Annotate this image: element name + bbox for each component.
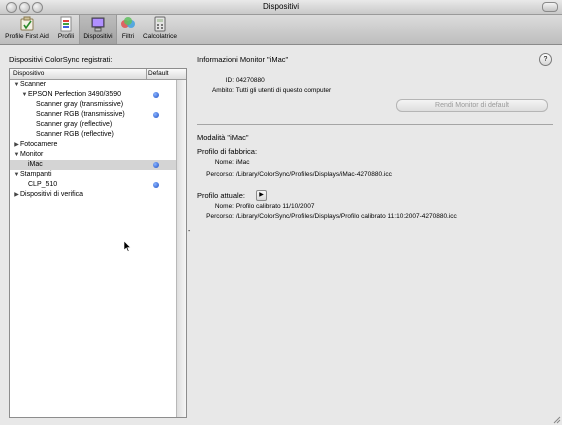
factory-profile-heading: Profilo di fabbrica: (197, 147, 258, 156)
disclosure-triangle-icon[interactable]: ▶ (13, 190, 20, 200)
make-default-monitor-button[interactable]: Rendi Monitor di default (396, 99, 548, 112)
list-item[interactable]: ▶Dispositivi di verifica (10, 190, 176, 200)
factory-path-value: /Library/ColorSync/Profiles/Displays/iMa… (235, 171, 392, 178)
list-item-label: Monitor (20, 151, 44, 158)
disclosure-triangle-icon[interactable]: ▼ (13, 150, 20, 160)
device-list[interactable]: Dispositivo Default ▼Scanner ▼EPSON Perfe… (9, 68, 187, 418)
default-indicator-icon (153, 162, 159, 168)
scope-value: Tutti gli utenti di questo computer (235, 87, 332, 94)
column-divider (146, 69, 147, 79)
list-item[interactable]: Scanner RGB (transmissive) (10, 110, 176, 120)
profiles-icon (60, 16, 72, 32)
current-name-label: Nome: (214, 203, 234, 210)
list-item[interactable]: CLP_510 (10, 180, 176, 190)
tab-label: Profili (57, 33, 75, 40)
list-item-label: EPSON Perfection 3490/3590 (28, 91, 122, 98)
scope-label: Ambito: (211, 87, 234, 94)
list-item-label: CLP_510 (28, 181, 58, 188)
list-item-label: Scanner (20, 81, 47, 88)
window-title: Dispositivi (262, 2, 299, 11)
column-header-device[interactable]: Dispositivo (13, 70, 44, 77)
list-item[interactable]: ▼EPSON Perfection 3490/3590 (10, 90, 176, 100)
first-aid-icon (20, 16, 34, 31)
list-item[interactable]: ▼Stampanti (10, 170, 176, 180)
list-item-label: Scanner RGB (reflective) (36, 131, 114, 138)
factory-name-row: Nome: iMac (197, 159, 250, 166)
factory-name-value: iMac (235, 159, 250, 166)
list-item-label: Scanner RGB (transmissive) (36, 111, 125, 118)
list-item[interactable]: Scanner RGB (reflective) (10, 130, 176, 140)
calculator-icon (154, 16, 166, 32)
default-indicator-icon (153, 92, 159, 98)
current-name-row: Nome: Profilo calibrato 11/10/2007 (197, 203, 315, 210)
factory-path-row: Percorso: /Library/ColorSync/Profiles/Di… (197, 171, 392, 178)
toolbar-toggle-button[interactable] (542, 2, 558, 12)
current-profile-heading: Profilo attuale: (197, 191, 245, 200)
tab-label: Calcolatrice (143, 33, 177, 40)
tab-label: Dispositivi (83, 33, 113, 40)
mode-title: Modalità "iMac" (197, 133, 249, 142)
tab-calcolatrice[interactable]: Calcolatrice (141, 15, 179, 44)
tab-label: Filtri (121, 33, 135, 40)
registered-devices-title: Dispositivi ColorSync registrati: (9, 55, 113, 64)
list-item-label: iMac (28, 161, 43, 168)
id-value: 04270880 (235, 77, 265, 84)
list-item-label: Dispositivi di verifica (20, 191, 84, 198)
list-item[interactable]: Scanner gray (transmissive) (10, 100, 176, 110)
id-row: ID: 04270880 (197, 77, 265, 84)
help-button[interactable]: ? (539, 53, 552, 66)
list-item[interactable]: iMac (10, 160, 176, 170)
pane-splitter-handle[interactable]: ‐ (188, 228, 190, 235)
tab-dispositivi[interactable]: Dispositivi (79, 15, 117, 44)
mouse-pointer-icon (123, 240, 132, 255)
tab-profile-first-aid[interactable]: Profile First Aid (2, 15, 52, 44)
current-path-value: /Library/ColorSync/Profiles/Displays/Pro… (235, 213, 457, 220)
disclosure-triangle-icon[interactable]: ▼ (21, 90, 28, 100)
list-item-label: Stampanti (20, 171, 52, 178)
current-name-value: Profilo calibrato 11/10/2007 (235, 203, 315, 210)
toolbar: Profile First Aid Profili Dispositivi Fi… (0, 15, 562, 45)
current-path-label: Percorso: (206, 213, 234, 220)
default-indicator-icon (153, 182, 159, 188)
list-item[interactable]: ▼Monitor (10, 150, 176, 160)
section-divider (197, 124, 553, 125)
column-header-default[interactable]: Default (148, 70, 169, 77)
list-item[interactable]: ▶Fotocamere (10, 140, 176, 150)
tab-label: Profile First Aid (5, 33, 49, 40)
list-body: ▼Scanner ▼EPSON Perfection 3490/3590 Scann… (10, 80, 176, 417)
list-item-label: Fotocamere (20, 141, 58, 148)
disclosure-triangle-icon[interactable]: ▼ (13, 80, 20, 90)
factory-path-label: Percorso: (206, 171, 234, 178)
list-item[interactable]: ▼Scanner (10, 80, 176, 90)
id-label: ID: (225, 77, 234, 84)
current-path-row: Percorso: /Library/ColorSync/Profiles/Di… (197, 213, 457, 220)
filters-icon (121, 17, 135, 28)
list-item-label: Scanner gray (transmissive) (36, 101, 124, 108)
resize-grip-icon[interactable] (551, 414, 561, 424)
factory-name-label: Nome: (214, 159, 234, 166)
vertical-scrollbar[interactable] (176, 80, 186, 417)
tab-filtri[interactable]: Filtri (117, 15, 139, 44)
list-item[interactable]: Scanner gray (reflective) (10, 120, 176, 130)
scope-row: Ambito: Tutti gli utenti di questo compu… (197, 87, 331, 94)
list-header: Dispositivo Default (10, 69, 186, 80)
list-item-label: Scanner gray (reflective) (36, 121, 113, 128)
devices-icon (91, 17, 105, 32)
default-indicator-icon (153, 112, 159, 118)
profile-menu-arrow-icon[interactable]: ▶ (256, 190, 267, 201)
disclosure-triangle-icon[interactable]: ▶ (13, 140, 20, 150)
tab-profili[interactable]: Profili (54, 15, 78, 44)
disclosure-triangle-icon[interactable]: ▼ (13, 170, 20, 180)
monitor-info-title: Informazioni Monitor "iMac" (197, 55, 289, 64)
title-bar: Dispositivi (0, 0, 562, 15)
